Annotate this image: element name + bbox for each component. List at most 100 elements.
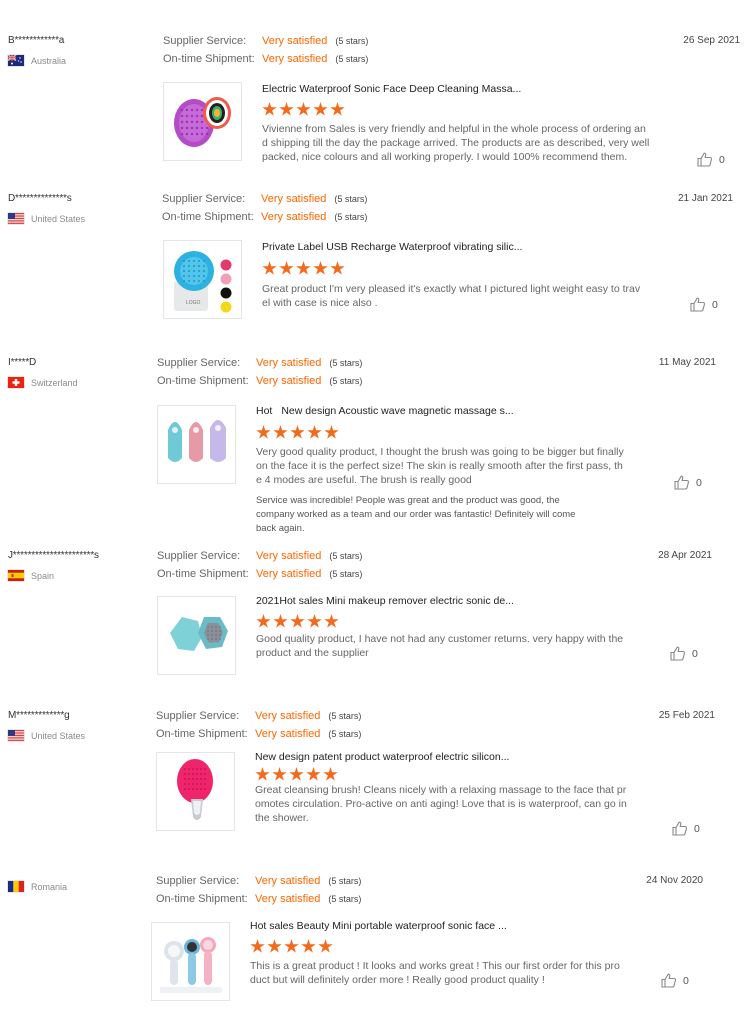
ontime-shipment-rating: On-time Shipment: Very satisfied (5 stars) xyxy=(157,375,362,387)
ontime-shipment-value: Very satisfied xyxy=(255,893,321,905)
country-label: Australia xyxy=(31,55,67,66)
helpful-button[interactable]: 0 xyxy=(697,152,725,167)
helpful-button[interactable]: 0 xyxy=(690,297,718,312)
ontime-shipment-stars: (5 stars) xyxy=(328,894,362,904)
supplier-service-stars: (5 stars) xyxy=(334,194,368,204)
product-title: Hot sales Beauty Mini portable waterproo… xyxy=(250,920,507,932)
product-title-link[interactable]: New design patent product waterproof ele… xyxy=(255,751,509,763)
product-title: New design Acoustic wave magnetic massag… xyxy=(281,405,514,417)
ontime-shipment-value: Very satisfied xyxy=(256,568,322,580)
supplier-service-label: Supplier Service: xyxy=(156,875,240,887)
reviewer-country: United States xyxy=(8,730,85,741)
star-icon xyxy=(250,939,265,953)
country-label: Switzerland xyxy=(31,377,78,388)
helpful-count: 0 xyxy=(694,822,700,835)
star-icon xyxy=(330,102,345,116)
supplier-service-label: Supplier Service: xyxy=(156,710,240,722)
product-image[interactable] xyxy=(157,405,236,484)
star-icon xyxy=(324,425,339,439)
star-rating xyxy=(255,767,338,782)
flag-icon xyxy=(8,730,24,741)
thumbs-up-icon xyxy=(670,646,686,661)
ontime-shipment-stars: (5 stars) xyxy=(328,729,362,739)
supplier-service-value: Very satisfied xyxy=(255,875,321,887)
flag-icon xyxy=(8,377,24,388)
product-title-link[interactable]: Hot New design Acoustic wave magnetic mas… xyxy=(256,405,514,417)
star-icon xyxy=(279,261,294,275)
product-title-link[interactable]: 2021Hot sales Mini makeup remover electr… xyxy=(256,595,514,607)
ontime-shipment-rating: On-time Shipment: Very satisfied (5 stars) xyxy=(162,211,367,223)
star-rating xyxy=(256,425,339,440)
helpful-count: 0 xyxy=(692,647,698,660)
helpful-button[interactable]: 0 xyxy=(670,646,698,661)
reviewer-name: I*****D xyxy=(8,357,37,368)
helpful-button[interactable]: 0 xyxy=(661,973,689,988)
star-icon xyxy=(323,767,338,781)
ontime-shipment-rating: On-time Shipment: Very satisfied (5 stars) xyxy=(156,728,361,740)
supplier-service-rating: Supplier Service: Very satisfied (5 stars) xyxy=(163,35,368,47)
hot-label: Hot xyxy=(256,405,273,417)
reviewer-name: B************a xyxy=(8,35,65,46)
reviewer-country: Switzerland xyxy=(8,377,78,388)
supplier-service-stars: (5 stars) xyxy=(329,551,363,561)
star-icon xyxy=(290,614,305,628)
supplier-service-stars: (5 stars) xyxy=(328,711,362,721)
ontime-shipment-value: Very satisfied xyxy=(262,53,328,65)
star-icon xyxy=(256,425,271,439)
star-icon xyxy=(313,102,328,116)
review-text: Great cleansing brush! Cleans nicely wit… xyxy=(255,784,627,824)
supplier-service-label: Supplier Service: xyxy=(162,193,246,205)
product-title-link[interactable]: Hot sales Beauty Mini portable waterproo… xyxy=(250,920,507,932)
product-title-link[interactable]: Private Label USB Recharge Waterproof vi… xyxy=(262,241,522,253)
supplier-reply: Service was incredible! People was great… xyxy=(256,495,576,534)
star-icon xyxy=(262,261,277,275)
star-icon xyxy=(301,939,316,953)
product-image[interactable] xyxy=(157,596,236,675)
helpful-button[interactable]: 0 xyxy=(674,475,702,490)
supplier-service-value: Very satisfied xyxy=(261,193,327,205)
country-label: United States xyxy=(31,213,86,224)
flag-icon xyxy=(8,570,24,581)
supplier-service-value: Very satisfied xyxy=(262,35,328,47)
country-label: United States xyxy=(31,730,86,741)
supplier-service-rating: Supplier Service: Very satisfied (5 stars) xyxy=(157,550,362,562)
flag-icon xyxy=(8,55,24,66)
star-icon xyxy=(273,614,288,628)
supplier-service-rating: Supplier Service: Very satisfied (5 stars) xyxy=(156,875,361,887)
star-rating xyxy=(262,102,345,117)
review-item: B************a Australia Supplier Service:… xyxy=(0,30,750,180)
star-icon xyxy=(307,425,322,439)
review-item: Romania Supplier Service: Very satisfied (5… xyxy=(0,870,750,1014)
helpful-count: 0 xyxy=(712,298,718,311)
star-icon xyxy=(296,102,311,116)
review-text: Vivienne from Sales is very friendly and… xyxy=(262,123,650,163)
star-icon xyxy=(306,767,321,781)
review-date: 25 Feb 2021 xyxy=(658,710,715,721)
product-title: 2021Hot sales Mini makeup remover electr… xyxy=(256,595,514,607)
product-image[interactable] xyxy=(156,752,235,831)
reviewer-name: D**************s xyxy=(8,193,72,204)
ontime-shipment-rating: On-time Shipment: Very satisfied (5 stars) xyxy=(157,568,362,580)
review-text: Very good quality product, I thought the… xyxy=(256,446,624,486)
ontime-shipment-stars: (5 stars) xyxy=(335,54,369,64)
review-item: J**********************s Spain Supplier Se… xyxy=(0,545,750,700)
ontime-shipment-label: On-time Shipment: xyxy=(162,211,254,223)
reviewer-name: J**********************s xyxy=(8,550,99,561)
product-image[interactable] xyxy=(151,922,230,1001)
supplier-service-rating: Supplier Service: Very satisfied (5 stars) xyxy=(156,710,361,722)
supplier-service-label: Supplier Service: xyxy=(163,35,247,47)
ontime-shipment-value: Very satisfied xyxy=(256,375,322,387)
star-icon xyxy=(330,261,345,275)
star-icon xyxy=(272,767,287,781)
star-rating xyxy=(256,614,339,629)
review-date: 21 Jan 2021 xyxy=(677,193,733,204)
product-image[interactable]: LOGO xyxy=(163,240,242,319)
product-image[interactable] xyxy=(163,82,242,161)
supplier-service-label: Supplier Service: xyxy=(157,550,241,562)
reviewer-country: Australia xyxy=(8,55,66,66)
product-title: Private Label USB Recharge Waterproof vi… xyxy=(262,241,523,253)
review-date: 11 May 2021 xyxy=(658,357,716,368)
thumbs-up-icon xyxy=(674,475,690,490)
product-title-link[interactable]: Electric Waterproof Sonic Face Deep Clea… xyxy=(262,83,521,95)
helpful-button[interactable]: 0 xyxy=(672,821,700,836)
